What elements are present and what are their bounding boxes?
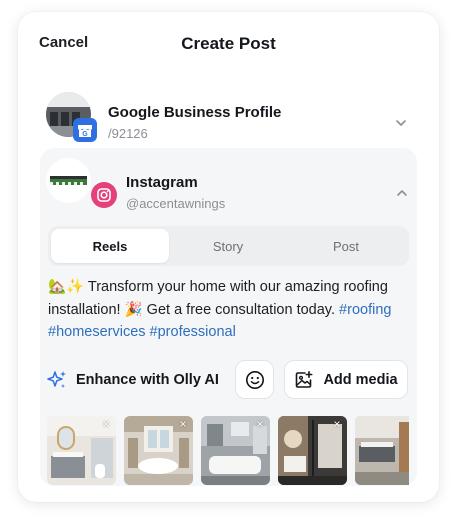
chevron-down-icon[interactable] (394, 116, 408, 130)
chevron-up-icon[interactable] (395, 186, 409, 200)
caption-part: Get a free consultation today. (142, 301, 340, 318)
badge-letter: G (82, 131, 88, 138)
google-business-badge-icon: G (73, 118, 97, 142)
caption-text[interactable]: 🏡✨ Transform your home with our amazing … (48, 276, 410, 344)
caption-emoji: 🏡✨ (48, 279, 85, 295)
page-title: Create Post (181, 34, 276, 53)
sparkle-icon (47, 371, 66, 388)
media-thumbnail[interactable]: × (124, 416, 193, 485)
media-thumbnail[interactable]: × (278, 416, 347, 485)
instagram-panel: Instagram @accentawnings Reels Story Pos… (40, 148, 417, 486)
add-media-button[interactable]: Add media (284, 360, 408, 399)
dialog-header: Cancel Create Post (18, 12, 439, 74)
media-thumbnail[interactable]: × (201, 416, 270, 485)
enhance-label: Enhance with Olly AI (76, 372, 219, 388)
media-thumbnail[interactable]: × (355, 416, 409, 485)
account-name: Instagram (126, 174, 198, 191)
media-strip: × × × × (47, 416, 409, 486)
add-media-label: Add media (323, 371, 398, 388)
media-thumbnail[interactable]: × (47, 416, 116, 485)
hashtag[interactable]: #professional (150, 324, 236, 340)
remove-media-icon[interactable]: × (99, 417, 113, 431)
remove-media-icon[interactable]: × (330, 417, 344, 431)
create-post-dialog: Cancel Create Post G Google Business Pro… (18, 12, 439, 502)
post-type-tabs: Reels Story Post (48, 226, 409, 266)
account-handle: @accentawnings (126, 196, 226, 211)
emoji-button[interactable] (235, 360, 274, 399)
tab-post[interactable]: Post (287, 229, 405, 263)
smiley-icon (245, 370, 264, 389)
composer-actions: Enhance with Olly AI Add media (46, 360, 412, 400)
hashtag[interactable]: #roofing (339, 302, 391, 318)
account-row-google-business[interactable]: G Google Business Profile /92126 (40, 82, 416, 144)
instagram-avatar (46, 158, 91, 203)
hashtag[interactable]: #homeservices (48, 324, 146, 340)
enhance-with-ai-button[interactable]: Enhance with Olly AI (46, 360, 219, 400)
caption-emoji: 🎉 (124, 301, 143, 318)
add-image-icon (296, 370, 313, 388)
remove-media-icon[interactable]: × (253, 417, 267, 431)
remove-media-icon[interactable]: × (176, 417, 190, 431)
remove-media-icon[interactable]: × (407, 417, 409, 431)
tab-reels[interactable]: Reels (51, 229, 169, 263)
tab-story[interactable]: Story (169, 229, 287, 263)
account-handle: /92126 (108, 126, 148, 141)
account-name: Google Business Profile (108, 104, 282, 121)
instagram-icon (91, 182, 117, 208)
